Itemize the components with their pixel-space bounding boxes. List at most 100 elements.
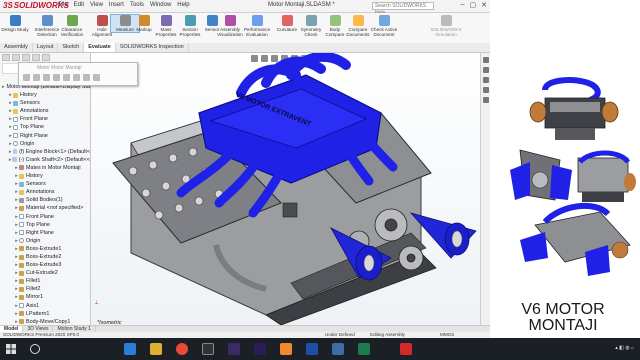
chrome-app-icon[interactable] [176, 343, 188, 355]
tree-item[interactable]: ▸ Front Plane [0, 213, 90, 221]
tab-assembly[interactable]: Assembly [0, 43, 33, 52]
tree-item[interactable]: ▸ Origin [0, 140, 90, 148]
media-app-icon[interactable] [202, 343, 214, 355]
tree-item[interactable]: ▸ (-) Crank Shaft<2> (Default<< [0, 156, 90, 164]
feat-icon [19, 254, 24, 260]
more-options-icon[interactable] [93, 74, 100, 81]
expand-arrow-icon[interactable]: ▸ [8, 148, 13, 156]
tree-item[interactable]: ▸ Mirror1 [0, 293, 90, 301]
compare-documents-icon [352, 15, 364, 26]
premiere-app-icon[interactable] [228, 343, 240, 355]
tree-item[interactable]: ▸ Top Plane [0, 123, 90, 131]
dimxpert-tab-icon[interactable] [32, 54, 40, 61]
plane-icon [13, 125, 18, 131]
solidworks-simulation-button[interactable]: SOLIDWORKS Simulation [421, 15, 471, 37]
tree-item[interactable]: ▸ Top Plane [0, 221, 90, 229]
interference-detection-button[interactable]: Interference Detection [33, 15, 61, 37]
appearances-icon[interactable] [483, 87, 489, 93]
tab-solidworks-inspection[interactable]: SOLIDWORKS Inspection [116, 43, 189, 52]
solidworks-app-icon[interactable] [400, 343, 412, 355]
assembly-visualization-button[interactable]: Assembly Visualization [216, 15, 244, 37]
tree-item[interactable]: ▸ History [0, 172, 90, 180]
feat-icon [19, 319, 24, 325]
compare-documents-button[interactable]: Compare Documents [344, 15, 372, 37]
taskbar-search-icon[interactable] [30, 344, 40, 354]
change-transparency-icon[interactable] [43, 74, 50, 81]
tree-item[interactable]: ▸ Boss-Extrude1 [0, 245, 90, 253]
start-icon[interactable] [6, 344, 16, 354]
graphics-area[interactable]: V6 MOTOR EXTRAVENT ⟂ [91, 53, 490, 325]
tab-layout[interactable]: Layout [33, 43, 59, 52]
menu-tools[interactable]: Tools [130, 2, 144, 8]
body-compare-icon [329, 15, 341, 26]
clearance-verification-button[interactable]: Clearance Verification [58, 15, 86, 37]
after-effects-app-icon[interactable] [254, 343, 266, 355]
excel-app-icon[interactable] [358, 343, 370, 355]
menu-file[interactable]: File [58, 2, 68, 8]
edit-part-icon[interactable] [23, 74, 30, 81]
feature-manager-tab-icon[interactable] [2, 54, 10, 61]
tree-item[interactable]: ▸ Cut-Extrude2 [0, 269, 90, 277]
tree-item[interactable]: ▸ Material <not specified> [0, 204, 90, 212]
tab-sketch[interactable]: Sketch [58, 43, 85, 52]
fix-icon[interactable] [83, 74, 90, 81]
menu-window[interactable]: Window [150, 2, 171, 8]
design-study-button[interactable]: Design Study [1, 15, 29, 32]
custom-properties-icon[interactable] [483, 97, 489, 103]
tree-item[interactable]: ▸ Annotations [0, 107, 90, 115]
tree-item[interactable]: ▸ Sensors [0, 180, 90, 188]
tree-item-label: Axis1 [26, 302, 40, 309]
file-explorer-icon[interactable] [483, 67, 489, 73]
tree-item[interactable]: ▸ Boss-Extrude3 [0, 261, 90, 269]
tree-item[interactable]: ▸ Origin [0, 237, 90, 245]
display-manager-tab-icon[interactable] [42, 54, 50, 61]
tab-evaluate[interactable]: Evaluate [84, 43, 116, 52]
photoshop-app-icon[interactable] [306, 343, 318, 355]
tree-item[interactable]: ▸ Right Plane [0, 229, 90, 237]
expand-arrow-icon[interactable]: ▸ [2, 83, 5, 91]
tree-item[interactable]: ▸ Mates in Motor Montaji [0, 164, 90, 172]
edge-app-icon[interactable] [124, 343, 136, 355]
tree-item[interactable]: ▸ Right Plane [0, 132, 90, 140]
file-explorer-app-icon[interactable] [150, 343, 162, 355]
menu-edit[interactable]: Edit [74, 2, 84, 8]
tree-item[interactable]: ▸ Fillet2 [0, 285, 90, 293]
tree-item[interactable]: ▸ Annotations [0, 188, 90, 196]
performance-evaluation-button[interactable]: Performance Evaluation [243, 15, 271, 37]
tree-item[interactable]: ▸ Sensors [0, 99, 90, 107]
promo-title: V6 MOTOR MONTAJI [521, 301, 605, 334]
appearance-icon[interactable] [73, 74, 80, 81]
configuration-manager-tab-icon[interactable] [22, 54, 30, 61]
system-tray[interactable]: ▴ ◧ ◍ ⌂ [615, 345, 634, 351]
tree-item[interactable]: ▸ History [0, 91, 90, 99]
tree-item-label: History [20, 92, 37, 99]
property-manager-tab-icon[interactable] [12, 54, 20, 61]
hide-component-icon[interactable] [33, 74, 40, 81]
menu-view[interactable]: View [90, 2, 103, 8]
solidworks-simulation-label: SOLIDWORKS Simulation [430, 27, 462, 37]
minimize-icon[interactable]: – [461, 1, 465, 9]
tree-item[interactable]: ▸ Body-Move/Copy1 [0, 318, 90, 325]
menu-insert[interactable]: Insert [109, 2, 124, 8]
illustrator-app-icon[interactable] [280, 343, 292, 355]
tree-item[interactable]: ▸ LPattern1 [0, 310, 90, 318]
close-icon[interactable]: ✕ [481, 1, 487, 9]
design-library-icon[interactable] [483, 57, 489, 63]
mate-icon[interactable] [63, 74, 70, 81]
menu-help[interactable]: Help [177, 2, 189, 8]
open-part-icon[interactable] [53, 74, 60, 81]
maximize-icon[interactable]: ▢ [470, 1, 477, 9]
tree-item[interactable]: ▸ Front Plane [0, 115, 90, 123]
engine-model[interactable]: V6 MOTOR EXTRAVENT [91, 53, 490, 325]
body-icon [19, 197, 24, 203]
tree-item[interactable]: ▸ (f) Engine Block<1> (Default< [0, 148, 90, 156]
tree-item[interactable]: ▸ Boss-Extrude2 [0, 253, 90, 261]
check-active-document-button[interactable]: Check Active Document [370, 15, 398, 37]
view-palette-icon[interactable] [483, 77, 489, 83]
command-manager-tabs: Assembly Layout Sketch Evaluate SOLIDWORKS I… [0, 43, 490, 53]
tree-item[interactable]: ▸ Fillet1 [0, 277, 90, 285]
word-app-icon[interactable] [332, 343, 344, 355]
tree-item[interactable]: ▸ Solid Bodies(1) [0, 196, 90, 204]
tree-item[interactable]: ▸ Axis1 [0, 302, 90, 310]
search-input[interactable]: Search SOLIDWORKS Help [372, 2, 434, 16]
